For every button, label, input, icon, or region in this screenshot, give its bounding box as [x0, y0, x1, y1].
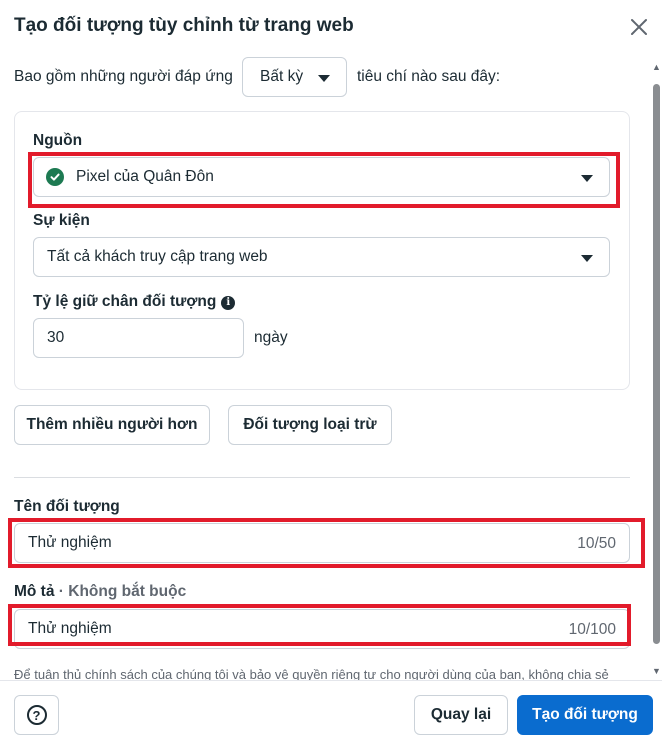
scroll-thumb[interactable]	[653, 84, 660, 644]
scrollbar[interactable]: ▲ ▼	[651, 58, 662, 680]
source-label: Nguồn	[33, 132, 83, 149]
back-button[interactable]: Quay lại	[414, 695, 508, 735]
retention-unit: ngày	[254, 329, 288, 346]
highlight-source	[28, 152, 620, 208]
caret-down-icon	[318, 75, 330, 82]
description-label-row: Mô tả · Không bắt buộc	[14, 583, 186, 601]
divider	[14, 477, 630, 478]
event-dropdown[interactable]: Tất cả khách truy cập trang web	[33, 237, 610, 277]
caret-down-icon	[581, 255, 593, 262]
criteria-match-dropdown[interactable]: Bất kỳ	[242, 57, 347, 97]
info-icon[interactable]: i	[221, 295, 236, 310]
event-label: Sự kiện	[33, 212, 90, 229]
scroll-down-arrow-icon[interactable]: ▼	[652, 666, 661, 676]
include-criteria-label: Bao gồm những người đáp ứng	[14, 68, 233, 85]
close-icon[interactable]	[628, 16, 650, 38]
retention-label-row: Tỷ lệ giữ chân đối tượng i	[33, 293, 236, 311]
dialog-title: Tạo đối tượng tùy chỉnh từ trang web	[14, 15, 354, 36]
audience-name-label: Tên đối tượng	[14, 498, 120, 515]
include-more-people-button[interactable]: Thêm nhiều người hơn	[14, 405, 210, 445]
description-label: Mô tả	[14, 583, 55, 600]
event-value: Tất cả khách truy cập trang web	[47, 248, 268, 265]
exclude-audience-button[interactable]: Đối tượng loại trừ	[228, 405, 392, 445]
question-mark-icon: ?	[26, 705, 47, 725]
include-criteria-suffix: tiêu chí nào sau đây:	[357, 68, 501, 85]
highlight-audience-name	[8, 518, 645, 568]
scroll-up-arrow-icon[interactable]: ▲	[652, 62, 661, 72]
criteria-match-value: Bất kỳ	[260, 68, 304, 85]
create-audience-button[interactable]: Tạo đối tượng	[517, 695, 653, 735]
optional-label: · Không bắt buộc	[58, 583, 187, 600]
retention-label: Tỷ lệ giữ chân đối tượng	[33, 293, 217, 310]
help-button[interactable]: ?	[14, 695, 59, 735]
highlight-description	[8, 604, 631, 646]
retention-days-input[interactable]: 30	[33, 318, 244, 358]
